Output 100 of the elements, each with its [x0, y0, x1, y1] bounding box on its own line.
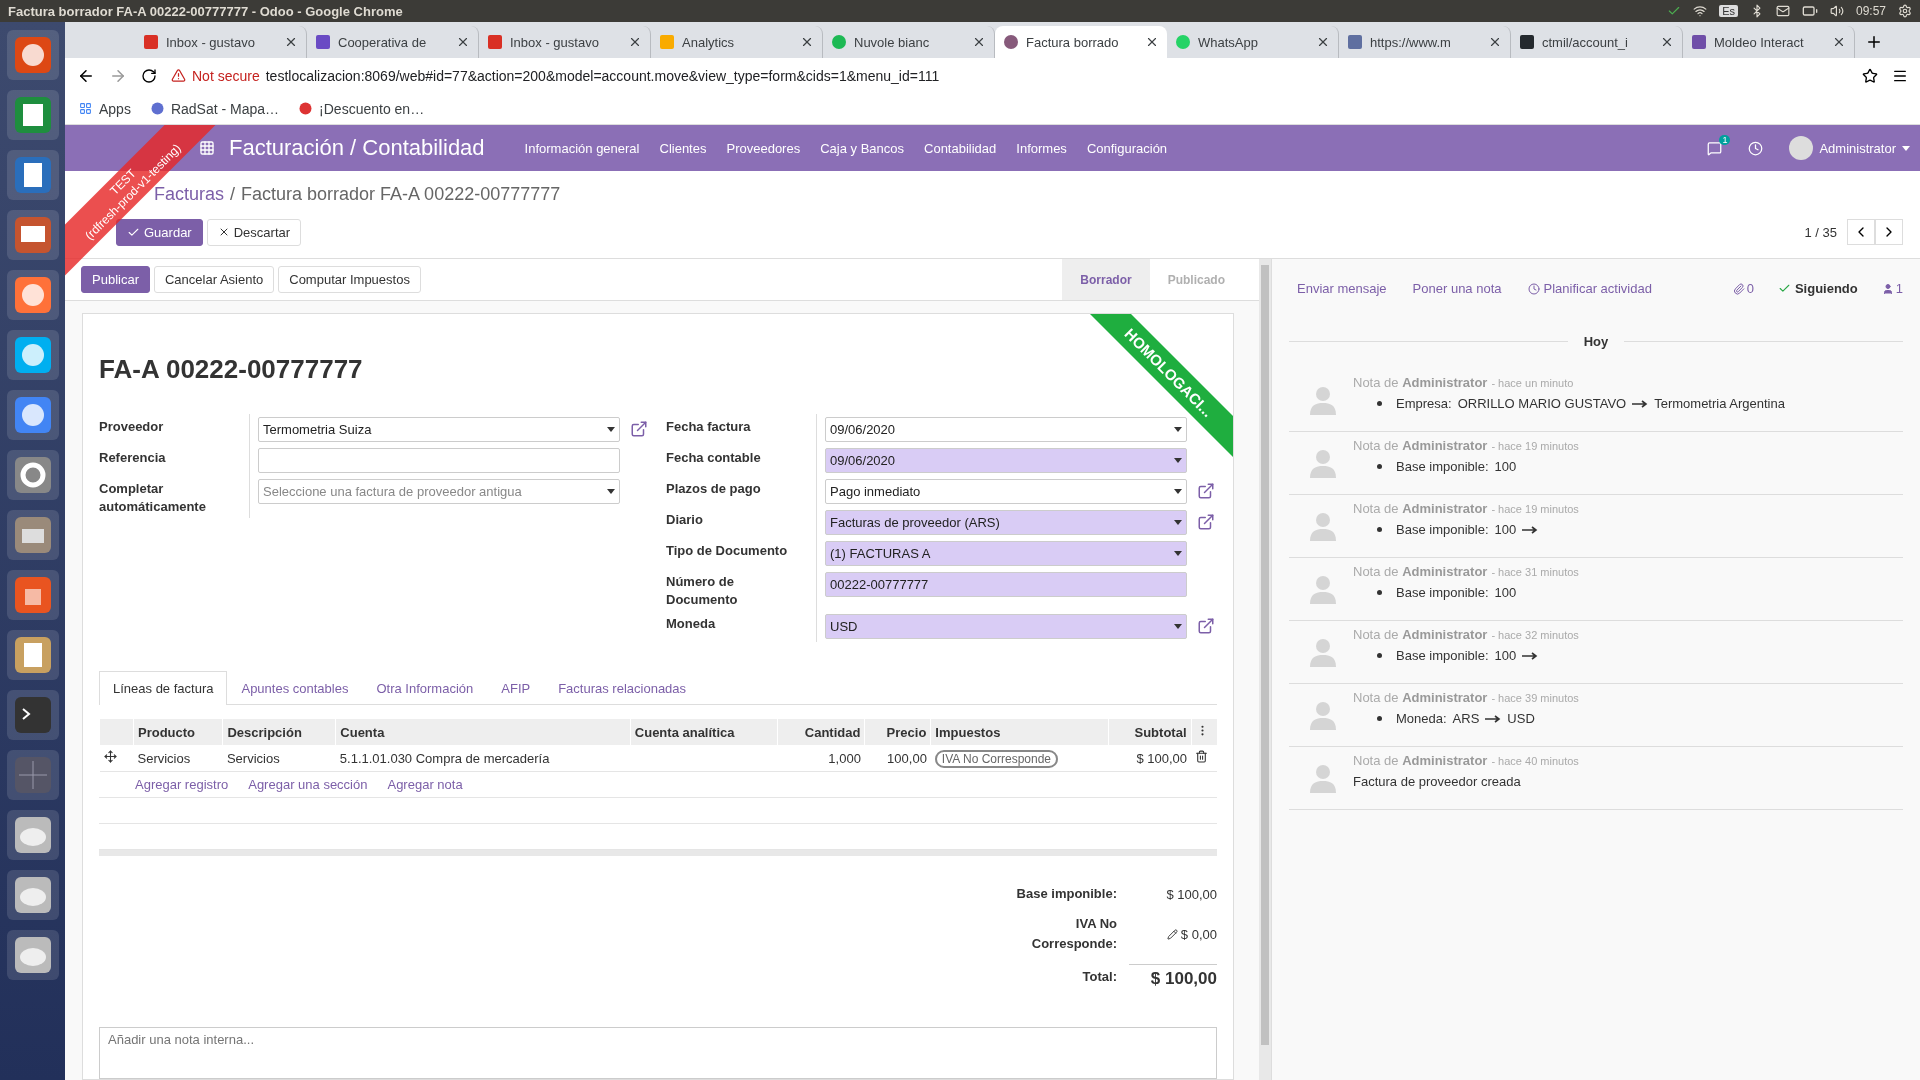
- app-launcher-icon[interactable]: [12, 275, 53, 315]
- note-field[interactable]: Añadir una nota interna...: [99, 1027, 1217, 1079]
- app-launcher-icon[interactable]: [12, 395, 53, 435]
- status-stage[interactable]: Borrador: [1062, 259, 1150, 300]
- following-button[interactable]: Siguiendo: [1777, 281, 1858, 296]
- select-field[interactable]: Seleccione una factura de proveedor antigua: [258, 479, 620, 504]
- app-launcher-icon[interactable]: [12, 575, 53, 615]
- nav-menu-item[interactable]: Proveedores: [716, 140, 811, 156]
- close-icon[interactable]: [1660, 35, 1674, 49]
- settings-icon[interactable]: [1898, 4, 1912, 18]
- close-icon[interactable]: [1832, 35, 1846, 49]
- column-header[interactable]: Cantidad: [777, 719, 865, 745]
- action-button[interactable]: Cancelar Asiento: [153, 266, 275, 293]
- notebook-tab[interactable]: Apuntes contables: [227, 671, 363, 705]
- select-field[interactable]: Termometria Suiza: [258, 417, 620, 442]
- select-field[interactable]: 09/06/2020: [825, 448, 1187, 473]
- drag-handle-icon[interactable]: [103, 750, 117, 763]
- input-field[interactable]: 00222-00777777: [825, 572, 1187, 597]
- wifi-icon[interactable]: [1693, 4, 1708, 18]
- chatter-action-link[interactable]: Enviar mensaje: [1297, 281, 1387, 296]
- input-field[interactable]: [258, 448, 620, 473]
- add-line-link[interactable]: Agregar una sección: [248, 777, 368, 792]
- close-icon[interactable]: [1145, 35, 1159, 49]
- mail-icon[interactable]: [1775, 4, 1790, 18]
- app-launcher-icon[interactable]: [12, 515, 53, 555]
- select-field[interactable]: USD: [825, 614, 1187, 639]
- app-launcher-icon[interactable]: [12, 875, 53, 915]
- previous-button[interactable]: [1847, 219, 1875, 245]
- app-launcher-icon[interactable]: [12, 95, 53, 135]
- volume-icon[interactable]: [1829, 4, 1844, 18]
- apps-menu-icon[interactable]: [199, 140, 215, 156]
- reload-icon[interactable]: [141, 67, 157, 84]
- app-launcher-icon[interactable]: [12, 335, 53, 375]
- clock-time[interactable]: 09:57: [1855, 4, 1886, 18]
- close-icon[interactable]: [1488, 35, 1502, 49]
- close-icon[interactable]: [800, 35, 814, 49]
- bookmark-link[interactable]: ¡Descuento en…: [299, 100, 425, 117]
- chatter-action-link[interactable]: Poner una nota: [1412, 281, 1502, 296]
- column-header[interactable]: Precio: [864, 719, 931, 745]
- nav-menu-item[interactable]: Caja y Bancos: [810, 140, 914, 156]
- bookmark-link[interactable]: Apps: [79, 100, 131, 117]
- add-line-link[interactable]: Agregar nota: [387, 777, 463, 792]
- app-launcher-icon[interactable]: [12, 935, 53, 975]
- bookmark-star-icon[interactable]: [1862, 67, 1878, 84]
- delete-icon[interactable]: [1195, 750, 1208, 763]
- action-button[interactable]: Computar Impuestos: [278, 266, 421, 293]
- column-header[interactable]: Cuenta analítica: [630, 719, 778, 745]
- app-launcher-icon[interactable]: [12, 635, 53, 675]
- app-launcher-icon[interactable]: [12, 815, 53, 855]
- column-header[interactable]: Cuenta: [335, 719, 631, 745]
- user-menu[interactable]: Administrator: [1819, 140, 1896, 156]
- close-icon[interactable]: [972, 35, 986, 49]
- check-icon[interactable]: [1667, 4, 1682, 18]
- battery-icon[interactable]: [1801, 3, 1818, 19]
- select-field[interactable]: (1) FACTURAS A: [825, 541, 1187, 566]
- notebook-tab[interactable]: AFIP: [487, 671, 545, 705]
- notebook-tab[interactable]: Facturas relacionadas: [544, 671, 701, 705]
- select-field[interactable]: Facturas de proveedor (ARS): [825, 510, 1187, 535]
- keyboard-layout[interactable]: Es: [1719, 5, 1738, 17]
- app-launcher-icon[interactable]: [12, 215, 53, 255]
- notebook-tab[interactable]: Líneas de factura: [99, 671, 228, 705]
- message-time: - hace 39 minutos: [1491, 692, 1579, 704]
- activity-icon[interactable]: [1748, 140, 1764, 156]
- browser-tab[interactable]: Factura borrado: [995, 26, 1167, 58]
- nav-menu-item[interactable]: Clientes: [649, 140, 717, 156]
- app-launcher-icon[interactable]: [12, 695, 53, 735]
- app-title[interactable]: Facturación / Contabilidad: [229, 135, 485, 161]
- close-icon[interactable]: [284, 35, 298, 49]
- scrollbar[interactable]: [1259, 259, 1271, 1080]
- action-button[interactable]: Publicar: [81, 266, 150, 293]
- close-icon[interactable]: [456, 35, 470, 49]
- nav-menu-item[interactable]: Informes: [1006, 140, 1077, 156]
- url-text[interactable]: testlocalizacion:8069/web#id=77&action=200&model=account.move&view_type=form&cids=1&menu_id=111: [265, 67, 940, 84]
- column-header[interactable]: Subtotal: [1108, 719, 1191, 745]
- close-icon[interactable]: [1316, 35, 1330, 49]
- followers-button[interactable]: 1: [1881, 281, 1903, 296]
- edit-icon[interactable]: [1166, 928, 1178, 940]
- chat-icon[interactable]: [1707, 140, 1723, 156]
- nav-menu-item[interactable]: Configuración: [1076, 140, 1178, 156]
- security-warning[interactable]: Not secure: [192, 67, 260, 84]
- warning-icon: [171, 68, 186, 83]
- next-button[interactable]: [1875, 219, 1903, 245]
- schedule-activity-link[interactable]: Planificar actividad: [1527, 281, 1652, 296]
- nav-menu-item[interactable]: Contabilidad: [914, 140, 1007, 156]
- column-header[interactable]: Producto: [133, 719, 223, 745]
- discard-button[interactable]: Descartar: [206, 218, 302, 246]
- add-line-link[interactable]: Agregar registro: [135, 777, 229, 792]
- close-icon[interactable]: [628, 35, 642, 49]
- column-header[interactable]: Descripción: [222, 719, 336, 745]
- app-launcher-icon[interactable]: [12, 35, 53, 75]
- attachments-button[interactable]: 0: [1732, 281, 1754, 296]
- select-field[interactable]: Pago inmediato: [825, 479, 1187, 504]
- column-header[interactable]: Impuestos: [930, 719, 1109, 745]
- select-field[interactable]: 09/06/2020: [825, 417, 1187, 442]
- app-launcher-icon[interactable]: [12, 455, 53, 495]
- nav-menu-item[interactable]: Información general: [514, 140, 650, 156]
- app-launcher-icon[interactable]: [12, 155, 53, 195]
- bookmark-link[interactable]: RadSat - Mapa…: [150, 100, 280, 117]
- new-tab-icon[interactable]: [1865, 33, 1883, 51]
- notebook-tab[interactable]: Otra Información: [362, 671, 488, 705]
